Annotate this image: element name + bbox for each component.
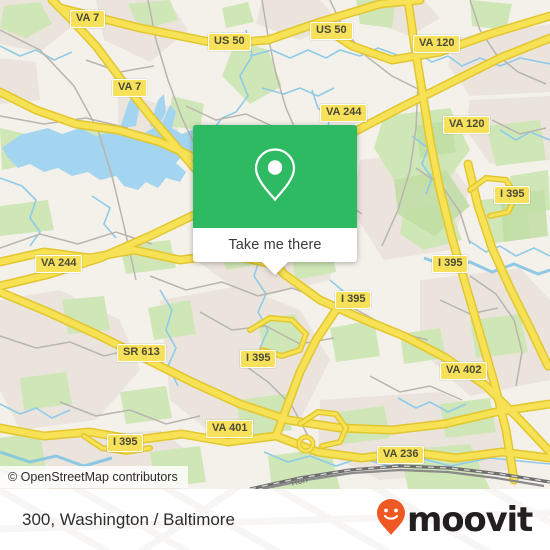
road-shield: VA 244 bbox=[320, 104, 368, 122]
take-me-there-popup[interactable]: Take me there bbox=[193, 125, 357, 275]
road-shield: VA 120 bbox=[443, 116, 491, 134]
map-attribution: © OpenStreetMap contributors bbox=[0, 466, 188, 488]
moovit-logo[interactable]: moovit bbox=[376, 498, 533, 541]
road-shield: SR 613 bbox=[117, 344, 166, 362]
road-shield-label: VA 7 bbox=[118, 81, 142, 93]
road-shield-label: SR 613 bbox=[123, 346, 160, 358]
road-shield: US 50 bbox=[310, 22, 353, 40]
road-shield-label: US 50 bbox=[316, 24, 347, 36]
road-shield-label: I 395 bbox=[341, 293, 366, 305]
road-shield: I 395 bbox=[107, 434, 144, 452]
road-shield-label: VA 7 bbox=[76, 12, 100, 24]
moovit-map-screen: Run VA 7 US 50 US 50 VA 120 VA 7 VA 244 VA 120… bbox=[0, 0, 550, 550]
road-shield: I 395 bbox=[494, 186, 531, 204]
popup-header bbox=[193, 125, 357, 228]
moovit-wordmark: moovit bbox=[406, 499, 533, 540]
road-shield: VA 7 bbox=[112, 79, 148, 97]
road-shield: I 395 bbox=[240, 350, 277, 368]
popup-action-bar[interactable]: Take me there bbox=[193, 228, 357, 262]
road-shield-label: I 395 bbox=[246, 352, 271, 364]
road-shield-label: VA 244 bbox=[41, 257, 77, 269]
road-shield-label: VA 120 bbox=[419, 37, 455, 49]
take-me-there-label: Take me there bbox=[228, 237, 322, 253]
road-shield-label: VA 402 bbox=[446, 364, 482, 376]
road-shield-label: US 50 bbox=[214, 35, 245, 47]
road-shield: I 395 bbox=[335, 291, 372, 309]
road-shield: VA 236 bbox=[377, 446, 425, 464]
road-shield-label: VA 236 bbox=[383, 448, 419, 460]
road-shield: VA 244 bbox=[35, 255, 83, 273]
road-shield: US 50 bbox=[208, 33, 251, 51]
road-shield-label: VA 401 bbox=[212, 422, 248, 434]
road-shield: VA 402 bbox=[440, 362, 488, 380]
address-text: 300, Washington / Baltimore bbox=[22, 509, 235, 529]
attribution-text: © OpenStreetMap contributors bbox=[8, 470, 178, 484]
road-shield-label: I 395 bbox=[438, 257, 463, 269]
map-pin-icon bbox=[252, 146, 298, 207]
road-shield: VA 7 bbox=[70, 10, 106, 28]
popup-tail bbox=[261, 261, 289, 275]
road-shield: I 395 bbox=[432, 255, 469, 273]
moovit-pin-smiley-icon bbox=[376, 498, 406, 541]
footer-bar: 300, Washington / Baltimore moovit bbox=[0, 489, 550, 550]
road-shield: VA 120 bbox=[413, 35, 461, 53]
road-shield-label: I 395 bbox=[113, 436, 138, 448]
road-shield-label: VA 120 bbox=[449, 118, 485, 130]
road-shield-label: I 395 bbox=[500, 188, 525, 200]
road-shield-label: VA 244 bbox=[326, 106, 362, 118]
road-shield: VA 401 bbox=[206, 420, 254, 438]
